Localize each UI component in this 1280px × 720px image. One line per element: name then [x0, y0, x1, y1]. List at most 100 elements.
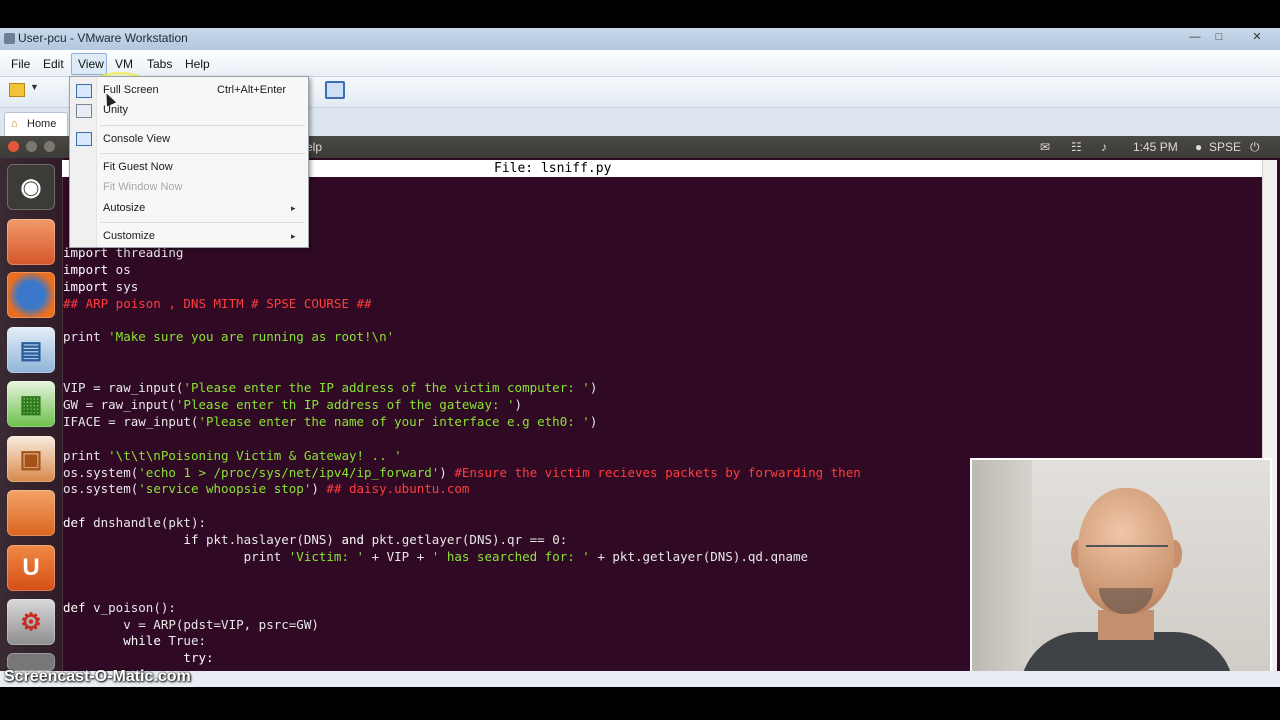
code-line: ## ARP poison , DNS MITM # SPSE COURSE #… [63, 296, 861, 313]
code-token: ) [311, 481, 327, 497]
code-token: #Ensure the victim recieves packets by f… [454, 464, 861, 480]
code-token: pkt.getlayer(DNS).qr == 0: [364, 532, 568, 548]
status-bar [0, 671, 1280, 687]
full-screen-shortcut: Ctrl+Alt+Enter [217, 84, 287, 96]
menu-edit[interactable]: Edit [43, 57, 64, 71]
code-line: import sys [63, 279, 861, 296]
nano-file-label: File: lsniff.py [494, 161, 612, 176]
code-token: v_poison(): [93, 599, 176, 615]
code-line: print '\t\t\nPoisoning Victim & Gateway!… [63, 448, 861, 465]
window-titlebar: User-pcu - VMware Workstation — □ ✕ [0, 28, 1280, 50]
chevron-down-icon[interactable]: ▼ [30, 82, 46, 98]
fullscreen-toolbar-icon[interactable] [325, 81, 345, 99]
impress-icon[interactable]: ▣ [7, 436, 55, 482]
code-line: IFACE = raw_input('Please enter the name… [63, 414, 861, 431]
code-line: print 'Make sure you are running as root… [63, 329, 861, 346]
files-icon[interactable] [7, 219, 55, 265]
console-view-icon [76, 132, 92, 146]
system-settings-icon[interactable]: ⚙ [7, 599, 55, 645]
menu-item-console-view[interactable]: Console View [103, 133, 170, 145]
code-token: IFACE = raw_input( [63, 413, 199, 429]
menu-help[interactable]: Help [185, 57, 210, 71]
code-token: sys [108, 278, 139, 294]
code-token: ## ARP poison , DNS MITM # SPSE COURSE #… [63, 295, 372, 311]
tab-home[interactable]: ⌂ Home [4, 112, 68, 137]
close-icon[interactable]: ✕ [1248, 30, 1266, 44]
code-token: ) [589, 413, 598, 429]
code-line: import os [63, 262, 861, 279]
guest-maximize-icon[interactable] [44, 141, 55, 152]
firefox-icon[interactable] [7, 272, 55, 318]
code-token: ## daisy.ubuntu.com [326, 481, 470, 497]
menu-separator [100, 125, 305, 126]
code-line: def dnshandle(pkt): [63, 515, 861, 532]
menu-item-fit-window-now: Fit Window Now [103, 181, 183, 193]
code-token: 'Make sure you are running as root!\n' [108, 329, 395, 345]
minimize-icon[interactable]: — [1186, 30, 1204, 44]
guest-minimize-icon[interactable] [26, 141, 37, 152]
user-name[interactable]: SPSE [1209, 140, 1241, 154]
writer-icon[interactable]: ▤ [7, 327, 55, 373]
vmware-app-icon [4, 33, 15, 44]
full-screen-icon [76, 84, 92, 98]
menu-tabs[interactable]: Tabs [147, 57, 172, 71]
user-icon[interactable]: ● [1195, 140, 1202, 154]
presenter-glasses [1086, 545, 1168, 559]
code-token: print [63, 329, 109, 345]
code-token: GW = raw_input( [63, 397, 176, 413]
menu-item-customize[interactable]: Customize [103, 230, 155, 242]
code-token: VIP = raw_input( [63, 380, 184, 396]
software-center-icon[interactable] [7, 490, 55, 536]
code-token: True: [160, 633, 207, 649]
menu-item-autosize[interactable]: Autosize [103, 202, 145, 214]
ubuntu-one-icon[interactable]: U [7, 545, 55, 591]
maximize-icon[interactable]: □ [1210, 30, 1228, 44]
presenter-neck [1098, 610, 1154, 640]
submenu-arrow-icon: ▸ [291, 203, 296, 213]
menu-vm[interactable]: VM [115, 57, 133, 71]
code-token: print [243, 549, 289, 565]
screen-top-border [0, 0, 1280, 28]
code-area[interactable]: import threading import os import sys ## AR… [63, 245, 861, 667]
code-token: def [63, 515, 94, 531]
code-token: dnshandle(pkt): [93, 515, 206, 531]
power-icon[interactable]: ⏻ [1250, 140, 1260, 155]
home-icon: ⌂ [11, 118, 18, 130]
menu-item-fit-guest-now[interactable]: Fit Guest Now [103, 161, 173, 173]
submenu-arrow-icon: ▸ [291, 231, 296, 241]
code-line: os.system('echo 1 > /proc/sys/net/ipv4/i… [63, 465, 861, 482]
code-token: 'Please enter the IP address of the vict… [183, 380, 590, 396]
menu-view[interactable]: View [78, 57, 104, 71]
calc-icon[interactable]: ▦ [7, 381, 55, 427]
sound-indicator-icon[interactable]: ♪ [1101, 140, 1107, 154]
code-token: ' has searched for: ' [431, 549, 590, 565]
code-line: if pkt.haslayer(DNS) and pkt.getlayer(DN… [63, 532, 861, 549]
network-indicator-icon[interactable]: ☷ [1071, 140, 1082, 154]
webcam-background [972, 460, 1032, 682]
code-line: def v_poison(): [63, 600, 861, 617]
unity-icon [76, 104, 92, 118]
code-token: os.system( [63, 481, 139, 497]
code-token: and [341, 532, 365, 548]
code-token: os [108, 261, 131, 277]
mail-indicator-icon[interactable]: ✉ [1040, 140, 1050, 154]
library-icon[interactable] [9, 83, 25, 97]
code-token: import [63, 278, 109, 294]
menu-file[interactable]: File [11, 57, 30, 71]
code-token: '\t\t\nPoisoning Victim & Gateway! .. ' [108, 447, 402, 463]
code-line: GW = raw_input('Please enter th IP addre… [63, 397, 861, 414]
code-token: v = ARP(pdst=VIP, psrc=GW) [63, 616, 319, 632]
code-token: ) [589, 380, 598, 396]
menu-separator [100, 153, 305, 154]
clock[interactable]: 1:45 PM [1133, 140, 1178, 154]
guest-close-icon[interactable] [8, 141, 19, 152]
dash-home-icon[interactable]: ◉ [7, 164, 55, 210]
